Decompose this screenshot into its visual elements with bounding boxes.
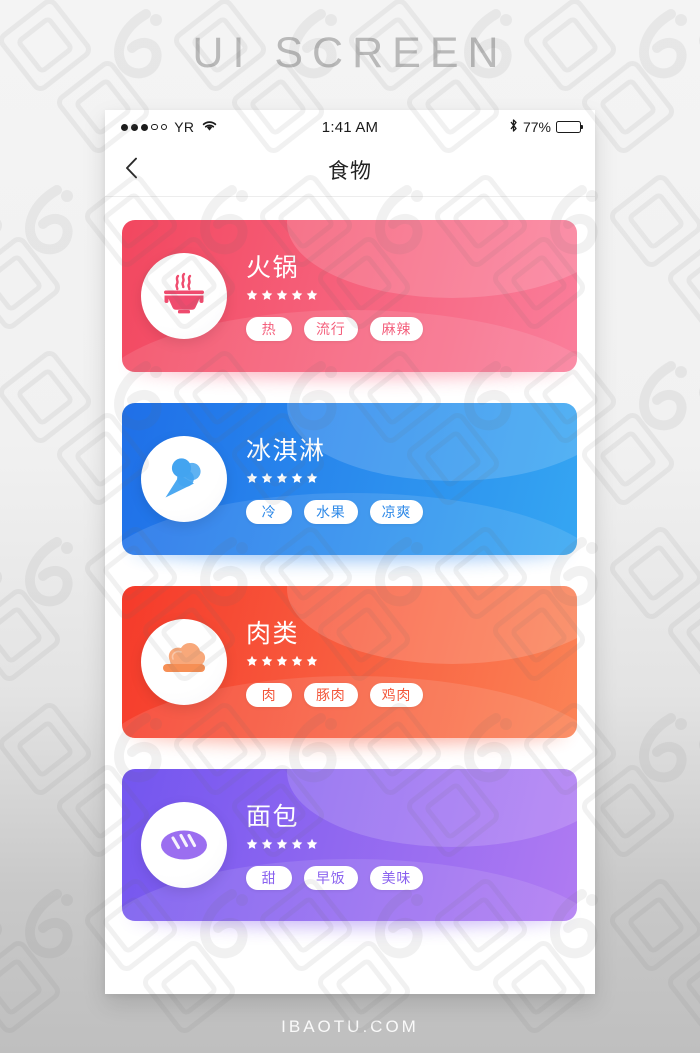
- food-card-slot: 冰淇淋 冷水果 凉爽: [122, 403, 577, 561]
- hotpot-icon-badge: [141, 253, 227, 339]
- back-button[interactable]: [105, 157, 157, 184]
- rating-stars: [246, 838, 577, 850]
- tag-chip[interactable]: 甜: [246, 865, 292, 890]
- status-bar-right: 77%: [509, 118, 584, 137]
- hotpot-icon: [158, 268, 210, 325]
- footer-text: IBAOTU.COM: [281, 1017, 419, 1036]
- star-icon: [306, 655, 318, 666]
- page-title: 食物: [328, 160, 372, 183]
- star-icon: [291, 289, 303, 300]
- tag-chip[interactable]: 凉爽: [369, 499, 424, 524]
- tag-row: 甜早饭 美味: [246, 865, 577, 890]
- meat-icon-badge: [141, 619, 227, 705]
- ice-cream-icon-badge: [141, 436, 227, 522]
- ice-cream-icon: [157, 450, 211, 509]
- chevron-left-icon: [125, 157, 138, 184]
- tag-chip[interactable]: 早饭: [304, 865, 358, 890]
- rating-stars: [246, 472, 577, 484]
- wifi-icon: [201, 119, 218, 136]
- card-title: 火锅: [246, 253, 300, 282]
- bluetooth-icon: [509, 118, 518, 137]
- card-title: 面包: [246, 802, 300, 831]
- star-icon: [261, 838, 273, 849]
- star-icon: [306, 289, 318, 300]
- tag-chip[interactable]: 流行: [304, 316, 358, 341]
- tag-chip[interactable]: 豚肉: [304, 682, 358, 707]
- page-banner: UI SCREEN: [0, 0, 700, 106]
- star-icon: [291, 655, 303, 666]
- star-icon: [276, 289, 288, 300]
- signal-strength-icon: [121, 123, 168, 131]
- food-card-icecream[interactable]: 冰淇淋 冷水果 凉爽: [122, 403, 577, 555]
- card-body: 冰淇淋 冷水果 凉爽: [246, 435, 577, 524]
- status-bar-left: YR: [121, 119, 218, 136]
- food-card-slot: 肉类 肉豚肉 鸡肉: [122, 586, 577, 744]
- nav-bar: 食物: [105, 144, 595, 197]
- card-title: 冰淇淋: [246, 436, 326, 465]
- star-icon: [246, 289, 258, 300]
- star-icon: [276, 655, 288, 666]
- star-icon: [306, 838, 318, 849]
- tag-chip[interactable]: 美味: [369, 865, 424, 890]
- star-icon: [291, 838, 303, 849]
- rating-stars: [246, 289, 577, 301]
- card-body: 火锅 热流行 麻辣: [246, 252, 577, 341]
- food-card-slot: 火锅 热流行 麻辣: [122, 220, 577, 378]
- star-icon: [306, 472, 318, 483]
- food-card-slot: 面包 甜早饭 美味: [122, 769, 577, 927]
- tag-chip[interactable]: 水果: [304, 499, 358, 524]
- battery-icon: [556, 121, 584, 133]
- banner-title: UI SCREEN: [192, 28, 508, 77]
- food-card-meat[interactable]: 肉类 肉豚肉 鸡肉: [122, 586, 577, 738]
- phone-frame: YR 1:41 AM 77% 食物 火锅 热 流行 麻辣 冰淇淋 冷 水果 凉爽…: [105, 110, 595, 994]
- card-body: 肉类 肉豚肉 鸡肉: [246, 618, 577, 707]
- star-icon: [261, 472, 273, 483]
- food-card-hotpot[interactable]: 火锅 热流行 麻辣: [122, 220, 577, 372]
- battery-percent-label: 77%: [522, 119, 551, 135]
- star-icon: [246, 472, 258, 483]
- star-icon: [261, 655, 273, 666]
- tag-row: 肉豚肉 鸡肉: [246, 682, 577, 707]
- card-title: 肉类: [246, 619, 300, 648]
- tag-row: 热流行 麻辣: [246, 316, 577, 341]
- tag-chip[interactable]: 鸡肉: [369, 682, 424, 707]
- tag-chip[interactable]: 冷: [246, 499, 292, 524]
- carrier-label: YR: [174, 119, 195, 135]
- meat-icon: [157, 633, 211, 692]
- bread-icon: [156, 817, 212, 874]
- tag-chip[interactable]: 麻辣: [369, 316, 424, 341]
- star-icon: [276, 472, 288, 483]
- tag-chip[interactable]: 热: [246, 316, 292, 341]
- star-icon: [246, 655, 258, 666]
- food-card-bread[interactable]: 面包 甜早饭 美味: [122, 769, 577, 921]
- star-icon: [291, 472, 303, 483]
- star-icon: [261, 289, 273, 300]
- tag-chip[interactable]: 肉: [246, 682, 292, 707]
- rating-stars: [246, 655, 577, 667]
- site-footer: IBAOTU.COM: [0, 1017, 700, 1037]
- food-category-list: 火锅 热流行 麻辣 冰淇淋 冷 水果 凉爽 肉类 肉 豚肉 鸡肉 面包 甜 早饭…: [105, 197, 595, 927]
- tag-row: 冷水果 凉爽: [246, 499, 577, 524]
- star-icon: [276, 838, 288, 849]
- card-body: 面包 甜早饭 美味: [246, 801, 577, 890]
- status-bar: YR 1:41 AM 77%: [105, 110, 595, 144]
- star-icon: [246, 838, 258, 849]
- bread-icon-badge: [141, 802, 227, 888]
